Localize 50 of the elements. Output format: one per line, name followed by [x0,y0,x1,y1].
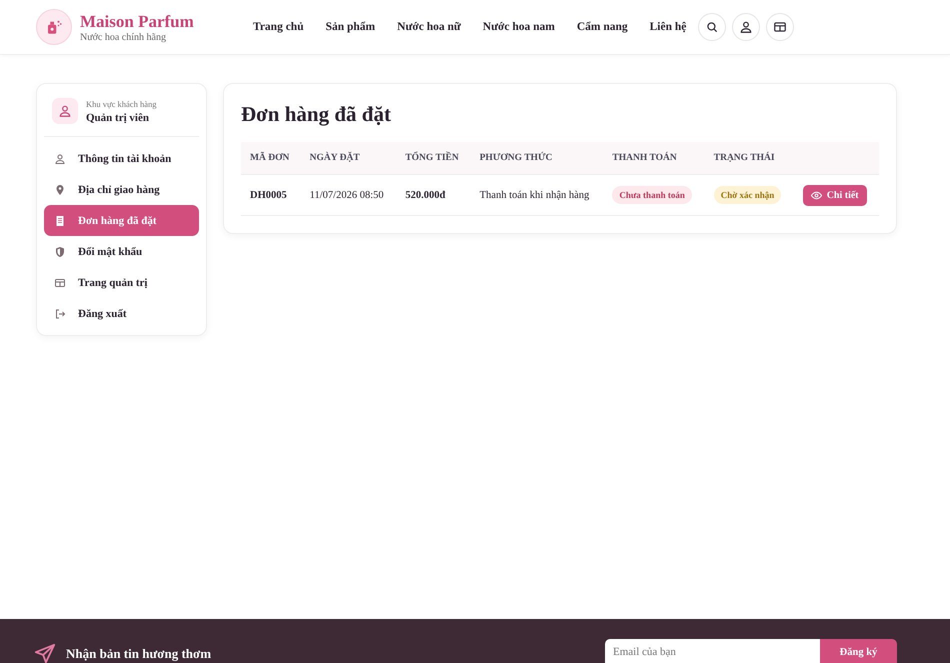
nav-link[interactable]: Nước hoa nam [482,21,555,33]
nav-link[interactable]: Trang chủ [253,21,304,33]
nav-link[interactable]: Liên hệ [650,21,686,33]
email-field[interactable]: Email của bạn [605,639,820,663]
search-button[interactable] [698,13,726,41]
newsletter-title: Nhận bản tin hương thơm [66,646,212,662]
map-pin-icon [54,184,66,196]
paper-plane-icon [34,643,56,663]
shield-icon [54,246,66,258]
document-icon [54,214,66,226]
user-circle-icon [58,104,72,118]
nav-link[interactable]: Sản phẩm [326,21,376,33]
sidebar-item[interactable]: Đơn hàng đã đặt [44,205,199,236]
person-icon [54,152,66,164]
table-cell: 11/07/2026 08:50 [300,174,396,216]
column-header: THANH TOÁN [603,142,705,174]
table-cell: Thanh toán khi nhận hàng [470,174,604,216]
user-name: Quản trị viên [86,112,150,124]
sidebar-item[interactable]: Đăng xuất [44,298,199,329]
column-header: TRẠNG THÁI [704,142,794,174]
subscribe-button[interactable]: Đăng ký [820,639,897,663]
person-icon [739,20,753,34]
payment-badge: Chưa thanh toán [612,186,692,204]
brand-tagline: Nước hoa chính hãng [80,32,167,42]
perfume-bottle-icon [45,18,63,36]
area-label: Khu vực khách hàng [86,98,156,108]
column-header: PHƯƠNG THỨC [470,142,604,174]
user-button[interactable] [732,13,760,41]
eye-icon [810,190,822,200]
logo-badge[interactable] [36,9,72,45]
column-header: MÃ ĐƠN [241,142,301,174]
nav-link[interactable]: Nước hoa nữ [397,21,461,33]
page-title: Đơn hàng đã đặt [241,102,392,127]
status-badge: Chờ xác nhận [714,186,782,204]
layout-button[interactable] [766,13,794,41]
brand-name[interactable]: Maison Parfum [80,12,194,32]
nav-link[interactable]: Cẩm nang [576,21,628,33]
layout-icon [54,276,66,288]
sidebar-item[interactable]: Địa chỉ giao hàng [44,174,199,205]
details-button[interactable]: Chi tiết [802,184,867,206]
column-header: TỔNG TIỀN [396,142,471,174]
search-icon [705,20,719,34]
table-cell: DH0005 [241,174,301,216]
sidebar-item[interactable]: Thông tin tài khoản [44,143,199,174]
sidebar-item[interactable]: Đổi mật khẩu [44,236,199,267]
column-header: NGÀY ĐẶT [300,142,396,174]
table-cell: 520.000đ [396,174,471,216]
sidebar-item[interactable]: Trang quản trị [44,267,199,298]
logout-icon [54,308,66,320]
layout-icon [773,20,787,34]
